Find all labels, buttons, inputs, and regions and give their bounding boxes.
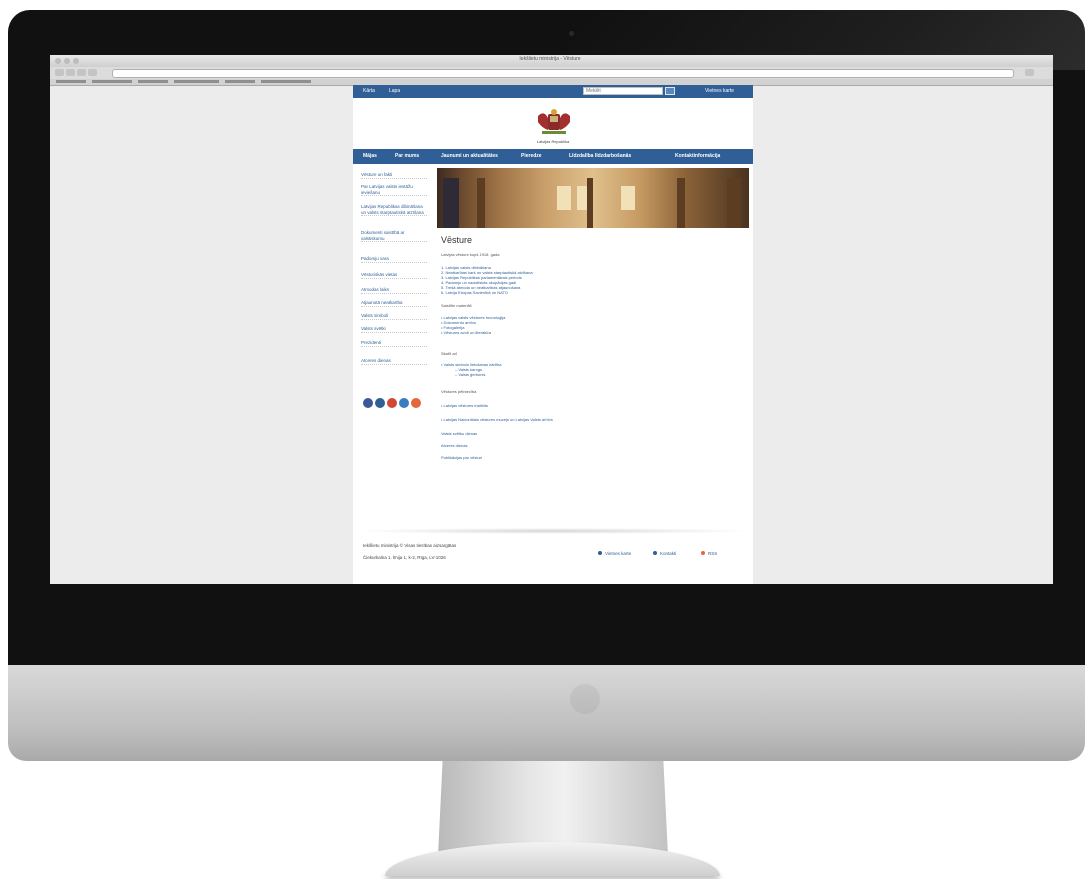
bookmark-item[interactable] (261, 80, 311, 83)
sidebar-item[interactable]: Valsts svētki (361, 326, 427, 333)
nav-item-about[interactable]: Par mums (395, 153, 419, 159)
monitor-stand-foot (385, 842, 720, 876)
sitemap-icon (598, 551, 602, 555)
topbar-link[interactable]: Kārta (363, 88, 375, 94)
site-header: Latvijas Republika (353, 98, 753, 149)
content-list-item[interactable]: 6. Latvija Eiropas Savienībā un NATO (441, 290, 508, 295)
sidebar-item[interactable]: Valsts simboli (361, 313, 427, 320)
linkedin-icon[interactable] (399, 398, 409, 408)
sitemap-link[interactable]: Vietnes karte (705, 88, 734, 94)
sidebar-item[interactable]: Vēsturiskās vietas (361, 272, 427, 279)
footer-divider (353, 528, 753, 534)
zoom-window-icon[interactable] (73, 58, 79, 64)
sidebar-item[interactable]: Dokumenti saistībā ar valstiskumu (361, 230, 427, 242)
sidebar-item[interactable]: Vēsture un fakti (361, 172, 427, 179)
sidebar-item[interactable]: Latvijas Republikas dibināšana un valsts… (361, 204, 427, 216)
footer-link[interactable]: Vietnes karte (605, 551, 631, 556)
hero-door (557, 186, 571, 210)
content-list-item[interactable]: • Vēstures avoti un literatūra (441, 330, 491, 335)
crest-label: Latvijas Republika (536, 139, 570, 144)
page-title: Vēsture (441, 235, 473, 245)
contacts-icon (653, 551, 657, 555)
search-input[interactable] (583, 87, 663, 95)
bookmark-item[interactable] (138, 80, 168, 83)
bookmark-item[interactable] (56, 80, 86, 83)
hero-column (587, 178, 593, 228)
close-window-icon[interactable] (55, 58, 61, 64)
sidebar-item[interactable]: Par Latvijas valsts iestāžu ieviešanu (361, 184, 427, 196)
camera-icon (569, 31, 574, 36)
bookmark-item[interactable] (92, 80, 132, 83)
footer-copyright: Iekšlietu ministrija © Visas tiesības ai… (363, 543, 457, 548)
hero-door (621, 186, 635, 210)
back-button[interactable] (55, 69, 64, 76)
window-title: Iekšlietu ministrija - Vēsture (519, 56, 581, 62)
content-paragraph[interactable]: • Latvijas Nacionālais vēstures muzejs u… (441, 417, 553, 422)
content-paragraph[interactable]: Atceres dienas (441, 443, 467, 448)
home-button[interactable] (88, 69, 97, 76)
rss-icon (701, 551, 705, 555)
google-plus-icon[interactable] (387, 398, 397, 408)
coat-of-arms-icon[interactable] (534, 108, 574, 138)
main-navigation: Mājas Par mums Jaunumi un aktualitātes P… (353, 149, 753, 164)
sidebar-item[interactable]: Atmodas laiks (361, 287, 427, 294)
menu-button[interactable] (1025, 69, 1034, 76)
bookmark-item[interactable] (225, 80, 255, 83)
brand-logo-icon (570, 684, 600, 714)
nav-item-contacts[interactable]: Kontaktinformācija (675, 153, 720, 159)
hero-image (437, 168, 749, 228)
content-paragraph[interactable]: Publikācijas par vēsturi (441, 455, 482, 460)
nav-item-participation[interactable]: Līdzdalība līdzdarbošanās (569, 153, 631, 159)
rss-icon[interactable] (411, 398, 421, 408)
reload-button[interactable] (77, 69, 86, 76)
content-paragraph: Vēstures pētniecība (441, 389, 477, 394)
hero-column (443, 178, 459, 228)
sidebar-item[interactable]: Atceres dienas (361, 358, 427, 365)
monitor-chin (8, 665, 1085, 761)
web-page: Kārta Lapa Vietnes karte Latvijas Republ… (353, 85, 753, 584)
hero-column (727, 178, 741, 228)
facebook-icon[interactable] (363, 398, 373, 408)
bookmark-item[interactable] (174, 80, 219, 83)
nav-item-experience[interactable]: Pieredze (521, 153, 542, 159)
nav-item-news[interactable]: Jaunumi un aktualitātes (441, 153, 498, 159)
hero-column (677, 178, 685, 228)
footer-link[interactable]: RSS (708, 551, 717, 556)
search-button[interactable] (665, 87, 675, 95)
twitter-icon[interactable] (375, 398, 385, 408)
content-paragraph[interactable]: Valsts svētku dienas (441, 431, 477, 436)
content-paragraph[interactable]: • Latvijas vēstures institūts (441, 403, 488, 408)
nav-item-home[interactable]: Mājas (363, 153, 377, 159)
content-intro: Latvijas vēsture kopš 1918. gada (441, 252, 500, 257)
sidebar-item[interactable]: Prezidenti (361, 340, 427, 347)
screen: Iekšlietu ministrija - Vēsture Kārta Lap… (50, 55, 1053, 584)
forward-button[interactable] (66, 69, 75, 76)
footer-address: Čiekurkalna 1. līnija 1, k-2, Rīga, LV-1… (363, 555, 446, 560)
minimize-window-icon[interactable] (64, 58, 70, 64)
address-bar[interactable] (112, 69, 1014, 78)
content-subheading: Skatīt arī (441, 351, 458, 356)
content-list-item[interactable]: – Valsts ģerbonis (455, 372, 485, 377)
footer-link[interactable]: Kontakti (660, 551, 676, 556)
topbar-link[interactable]: Lapa (389, 88, 400, 94)
sidebar-item[interactable]: Atjaunotā neatkarība (361, 300, 427, 307)
hero-column (477, 178, 485, 228)
content-subheading: Saistītie materiāli (441, 303, 472, 308)
sidebar-item[interactable]: Padomju vara (361, 256, 427, 263)
top-bar: Kārta Lapa Vietnes karte (353, 85, 753, 98)
